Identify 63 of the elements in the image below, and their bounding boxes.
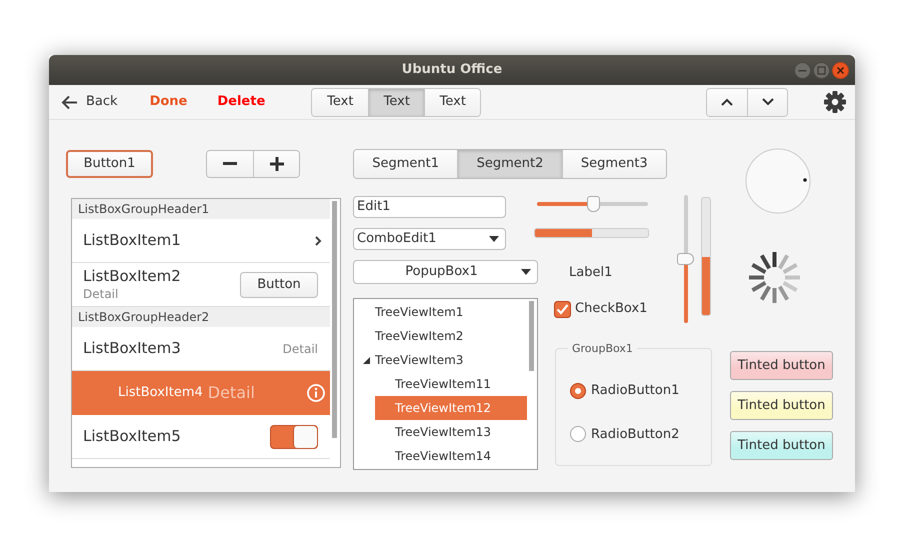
chevron-down-icon	[762, 98, 774, 106]
scrollbar[interactable]	[529, 301, 534, 371]
scrollbar[interactable]	[332, 201, 337, 438]
expander-icon[interactable]	[363, 356, 370, 364]
radio-icon	[570, 382, 586, 399]
tree-item[interactable]: TreeViewItem2	[354, 324, 527, 348]
popup-button[interactable]: PopupBox1	[353, 260, 538, 284]
segment[interactable]: Segment3	[562, 150, 666, 178]
tree-item[interactable]: TreeViewItem11	[375, 372, 527, 396]
settings-icon[interactable]	[824, 91, 846, 113]
minus-icon	[223, 162, 237, 166]
up-button[interactable]	[707, 88, 748, 116]
combo-field[interactable]: ComboEdit1	[353, 228, 506, 250]
plus-button[interactable]	[253, 151, 299, 177]
radio-button[interactable]: RadioButton2	[570, 424, 680, 444]
list-group-header: ListBoxGroupHeader2	[72, 307, 330, 327]
down-button[interactable]	[747, 88, 788, 116]
tinted-button[interactable]: Tinted button	[730, 351, 833, 380]
list-item-title: ListBoxItem1	[83, 230, 181, 252]
label: Label1	[569, 265, 612, 281]
list-item-detail: Detail	[208, 382, 255, 404]
list-group-header: ListBoxGroupHeader1	[72, 199, 330, 219]
list-item-detail: Detail	[83, 286, 120, 302]
tree-item[interactable]: TreeViewItem13	[375, 420, 527, 444]
button[interactable]: Button	[240, 272, 318, 298]
segment[interactable]: Segment1	[354, 150, 458, 178]
back-arrow-icon	[61, 94, 78, 110]
list-item-title: ListBoxItem5	[83, 426, 181, 448]
toggle-switch[interactable]	[270, 424, 318, 448]
tree-item[interactable]: TreeViewItem14	[375, 444, 527, 468]
list-item-detail: Detail	[282, 340, 318, 358]
dropdown-arrow-icon	[521, 269, 531, 275]
plus-icon	[270, 157, 284, 171]
radio-icon	[570, 426, 586, 442]
segment[interactable]: Segment2	[457, 150, 562, 178]
tinted-button[interactable]: Tinted button	[730, 431, 833, 460]
back-button[interactable]: Back	[61, 92, 118, 112]
toolbar-segment[interactable]: Text	[312, 88, 368, 116]
tinted-button[interactable]: Tinted button	[730, 391, 833, 420]
loading-spinner-icon	[748, 251, 801, 304]
text-field[interactable]: Edit1	[353, 196, 506, 218]
close-icon[interactable]	[832, 62, 849, 78]
checkbox-label: CheckBox1	[575, 300, 648, 318]
checkbox[interactable]	[554, 300, 571, 318]
toolbar-segment[interactable]: Text	[424, 88, 480, 116]
radio-button[interactable]: RadioButton1	[570, 381, 680, 400]
tree-item[interactable]: TreeViewItem3	[354, 348, 527, 372]
window-title: Ubuntu Office	[402, 61, 502, 80]
chevron-up-icon	[721, 98, 734, 106]
list-item-title: ListBoxItem3	[83, 338, 181, 360]
chevron-right-icon	[315, 236, 322, 246]
info-icon[interactable]	[307, 384, 325, 402]
button[interactable]: Button1	[66, 150, 153, 178]
minus-button[interactable]	[207, 151, 253, 177]
tree-item[interactable]: TreeViewItem1	[354, 300, 527, 324]
dropdown-arrow-icon[interactable]	[489, 236, 499, 242]
delete-button[interactable]: Delete	[217, 92, 266, 112]
slider-thumb[interactable]	[586, 196, 600, 212]
group-box-title: GroupBox1	[568, 341, 637, 358]
list-item-title: ListBoxItem2	[83, 266, 181, 284]
slider-thumb[interactable]	[677, 253, 694, 265]
list-item-title: ListBoxItem4	[118, 384, 203, 402]
toolbar-segment[interactable]: Text	[368, 88, 424, 116]
